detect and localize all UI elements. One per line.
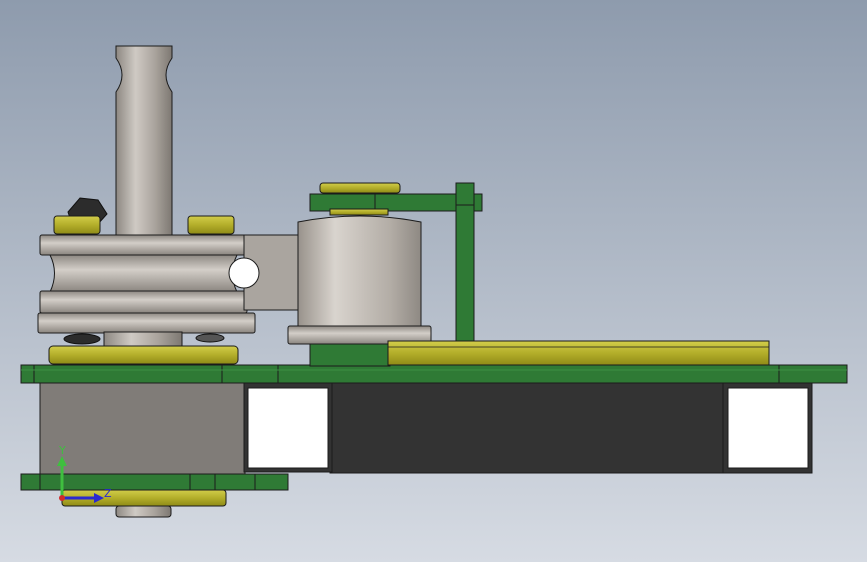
pulley-groove[interactable] [49, 254, 238, 293]
left-support-block[interactable] [39, 381, 246, 475]
top-right-yellow-washer[interactable] [187, 215, 235, 235]
pulley-lower-flange[interactable] [39, 290, 248, 314]
pulley-upper-flange[interactable] [39, 234, 248, 256]
main-green-plate[interactable] [20, 364, 848, 384]
right-square-tube-hole [727, 387, 809, 469]
green-arm-vertical[interactable] [455, 182, 475, 344]
drum-green-mount[interactable] [309, 343, 391, 367]
triad-z-label: Z [104, 487, 112, 500]
bottom-shaft-stub[interactable] [115, 505, 172, 518]
lower-yellow-washer[interactable] [48, 345, 239, 365]
triad-origin [59, 495, 65, 501]
drum-cylinder[interactable] [297, 215, 422, 327]
drum-top-washer[interactable] [319, 182, 401, 194]
cad-graphics-viewport[interactable]: Y Z [0, 0, 867, 562]
left-square-tube-hole [247, 387, 329, 469]
base-frame[interactable] [39, 381, 813, 475]
under-pulley-nut-right[interactable] [195, 333, 225, 343]
vertical-shaft[interactable] [115, 45, 173, 237]
arm-yellow-spacer[interactable] [329, 208, 389, 216]
pulley-base-ring[interactable] [37, 312, 256, 334]
under-pulley-hub[interactable] [103, 331, 183, 347]
under-pulley-nut-left[interactable] [63, 333, 101, 345]
dark-channel-beam[interactable] [329, 381, 726, 474]
top-left-yellow-washer[interactable] [53, 215, 101, 235]
triad-y-label: Y [58, 444, 66, 457]
yellow-rail[interactable] [387, 340, 770, 366]
